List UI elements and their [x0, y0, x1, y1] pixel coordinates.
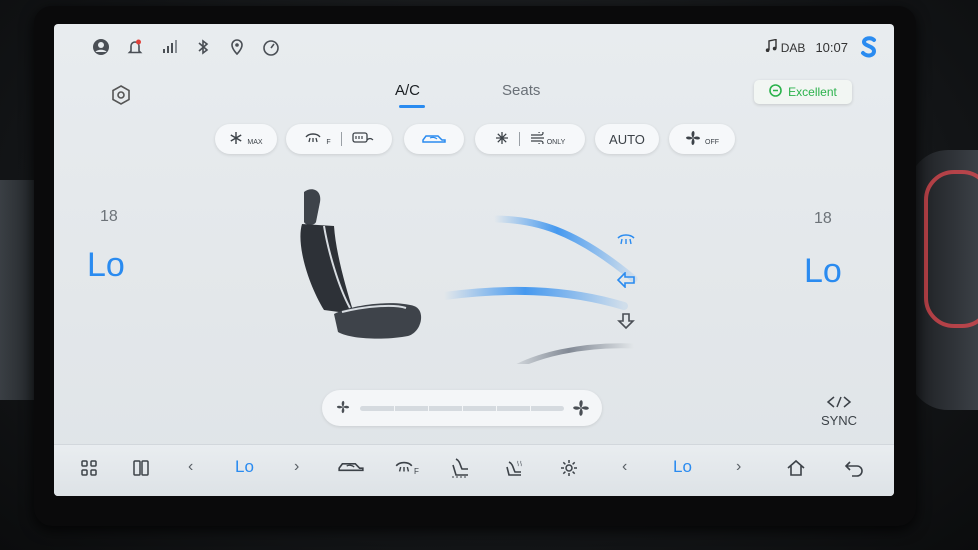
music-note-icon: [765, 38, 777, 56]
front-defrost-label: F: [326, 138, 331, 146]
only-label: ONLY: [546, 138, 566, 146]
sync-button[interactable]: SYNC: [814, 396, 864, 428]
track-segment: [496, 406, 497, 411]
signal-icon: [160, 38, 180, 58]
fan-low-icon[interactable]: [336, 400, 350, 419]
audio-source-label: DAB: [780, 40, 806, 55]
brand-logo[interactable]: [854, 32, 884, 62]
face-vent-icon[interactable]: [616, 271, 636, 293]
recirculation-button[interactable]: [404, 124, 464, 154]
dock-left-temp[interactable]: Lo: [235, 457, 254, 477]
windshield-vent-icon[interactable]: [616, 232, 636, 253]
settings-gear-icon[interactable]: [560, 459, 578, 482]
instrument-ring: [924, 170, 978, 328]
airflow-icon: [530, 129, 546, 147]
seat-airflow-graphic: [284, 184, 644, 377]
seat-ventilation-icon[interactable]: [450, 457, 472, 484]
fan-icon: [685, 130, 701, 149]
home-icon[interactable]: [786, 459, 806, 482]
track-segment: [530, 406, 531, 411]
track-segment: [394, 406, 395, 411]
divider: [518, 132, 520, 146]
right-temp-display[interactable]: Lo: [804, 252, 842, 291]
app-grid-icon[interactable]: [80, 459, 98, 482]
auto-button[interactable]: AUTO: [595, 124, 659, 154]
user-icon[interactable]: [92, 38, 112, 58]
max-label: MAX: [247, 138, 263, 146]
air-quality-icon: [769, 84, 782, 100]
tab-ac[interactable]: A/C: [395, 82, 420, 99]
split-screen-icon[interactable]: [132, 459, 150, 482]
status-right: DAB 10:07: [765, 38, 848, 56]
fan-off-button[interactable]: OFF: [669, 124, 735, 154]
infotainment-screen: DAB 10:07 A/C Seats Excellent MAX F ONLY…: [54, 24, 894, 496]
tab-seats[interactable]: Seats: [502, 82, 540, 99]
right-temp-down-icon[interactable]: ‹: [622, 458, 627, 476]
front-defrost-icon[interactable]: [304, 131, 322, 148]
right-temp-up-icon[interactable]: ›: [736, 458, 741, 476]
status-bar: DAB 10:07: [54, 24, 894, 72]
car-recirculation-icon: [421, 132, 447, 147]
left-temp-up-icon[interactable]: ›: [294, 458, 299, 476]
dock-front-defrost-icon[interactable]: [394, 459, 414, 480]
ac-only-controls[interactable]: ONLY: [475, 124, 585, 154]
track-segment: [462, 406, 463, 411]
left-temp-display[interactable]: Lo: [87, 246, 125, 285]
divider: [340, 132, 342, 146]
settings-hex-icon[interactable]: [110, 84, 132, 106]
fan-speed-track[interactable]: [360, 406, 564, 411]
feet-vent-icon[interactable]: [616, 312, 636, 335]
bottom-dock: ‹ Lo › F ‹ Lo ›: [54, 444, 894, 496]
rear-defrost-icon[interactable]: [351, 131, 374, 148]
fan-high-icon[interactable]: [572, 399, 590, 422]
back-icon[interactable]: [844, 459, 864, 482]
active-tab-indicator: [399, 105, 425, 108]
dashboard-right-trim: [908, 150, 978, 410]
dock-recirculation-icon[interactable]: [337, 459, 365, 478]
seat-illustration: [300, 189, 422, 339]
speedometer-icon[interactable]: [262, 38, 282, 58]
snowflake-icon: [229, 131, 243, 148]
dock-right-temp[interactable]: Lo: [673, 457, 692, 477]
air-quality-label: Excellent: [788, 85, 837, 99]
right-set-temp: 18: [814, 210, 832, 227]
max-ac-button[interactable]: MAX: [215, 124, 277, 154]
sun-icon[interactable]: [495, 131, 509, 148]
left-temp-down-icon[interactable]: ‹: [188, 458, 193, 476]
fan-off-label: OFF: [705, 138, 719, 146]
left-set-temp: 18: [100, 208, 118, 225]
location-icon[interactable]: [228, 38, 248, 58]
bluetooth-icon[interactable]: [194, 38, 214, 58]
track-segment: [428, 406, 429, 411]
auto-label: AUTO: [609, 131, 645, 147]
seat-heating-icon[interactable]: [504, 459, 526, 484]
sync-icon: [825, 396, 853, 411]
sync-label: SYNC: [820, 413, 858, 428]
clock: 10:07: [815, 40, 848, 55]
fan-speed-slider[interactable]: [322, 390, 602, 426]
bell-icon[interactable]: [126, 38, 146, 58]
dock-defrost-label: F: [414, 467, 419, 476]
defrost-controls[interactable]: F: [286, 124, 392, 154]
air-quality-badge[interactable]: Excellent: [754, 80, 852, 104]
